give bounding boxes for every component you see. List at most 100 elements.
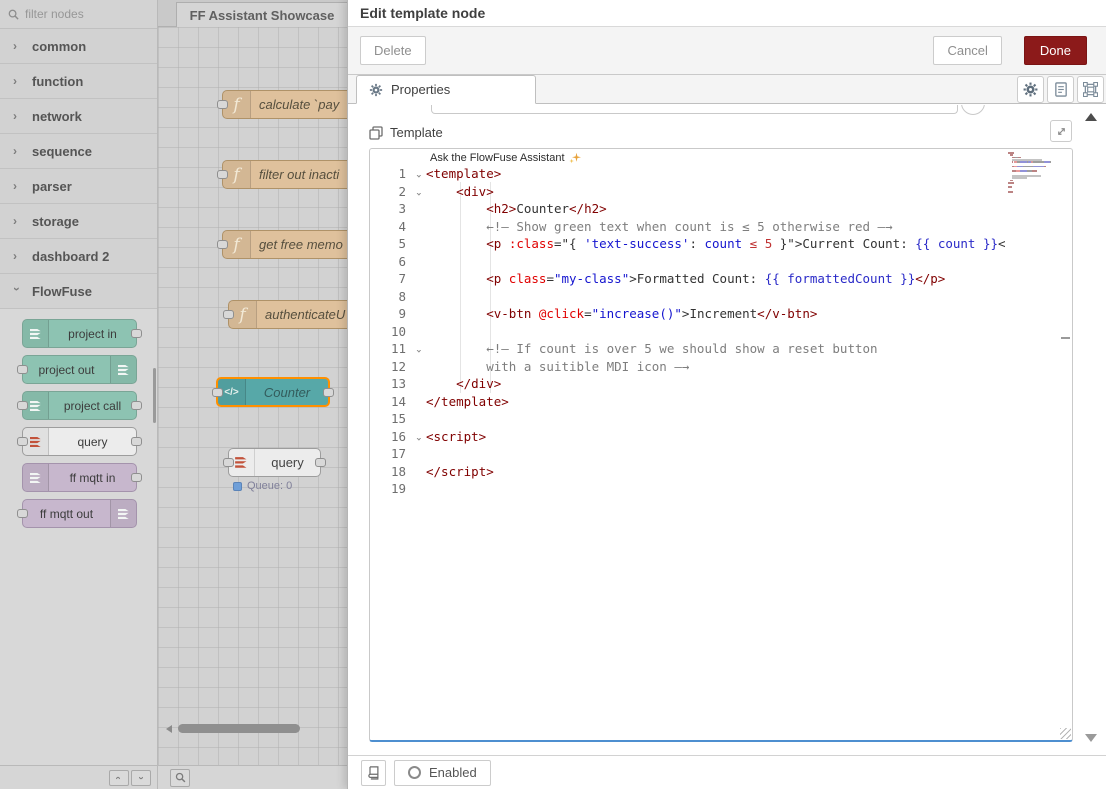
node-description-button[interactable] (1047, 76, 1074, 103)
assistant-hint-text: Ask the FlowFuse Assistant (430, 152, 565, 164)
assistant-hint[interactable]: Ask the FlowFuse Assistant (430, 151, 581, 165)
input-port[interactable] (17, 365, 28, 374)
code-line-12[interactable]: 12 with a suitible MDI icon —→ (370, 358, 1072, 376)
flow-node-calculate-pay[interactable]: fcalculate `pay (222, 90, 347, 119)
node-help-button[interactable] (361, 760, 386, 786)
scroll-down-icon[interactable] (1085, 734, 1097, 742)
palette-category-dashboard-2[interactable]: ›dashboard 2 (0, 239, 157, 274)
input-port[interactable] (217, 240, 228, 249)
node-red-app: ›common›function›network›sequence›parser… (0, 0, 1106, 789)
cancel-button[interactable]: Cancel (933, 36, 1001, 65)
code-line-16[interactable]: 16›<script> (370, 428, 1072, 446)
fold-gutter (410, 305, 426, 323)
flow-workspace[interactable]: fcalculate `pay ffilter out inacti fget fr… (158, 27, 347, 765)
output-port[interactable] (131, 473, 142, 482)
code-line-8[interactable]: 8 (370, 288, 1072, 306)
code-line-2[interactable]: 2› <div> (370, 183, 1072, 201)
palette-category-network[interactable]: › network (0, 99, 157, 134)
input-port[interactable] (212, 388, 223, 397)
output-port[interactable] (131, 329, 142, 338)
fold-chevron-icon[interactable]: › (410, 165, 426, 183)
tray-footer: Enabled (348, 755, 1106, 789)
palette-category-parser[interactable]: ›parser (0, 169, 157, 204)
code-line-5[interactable]: 5 <p :class="{ 'text-success': count ≤ 5… (370, 235, 1072, 253)
fold-chevron-icon[interactable]: › (410, 183, 426, 201)
palette-category-FlowFuse[interactable]: ›FlowFuse (0, 274, 157, 309)
canvas-scrollbar-thumb[interactable] (178, 724, 300, 733)
palette-collapse-all-button[interactable]: › (109, 770, 129, 786)
palette-node-list: project in project out project call query ff… (0, 309, 157, 539)
code-line-10[interactable]: 10 (370, 323, 1072, 341)
line-number: 17 (370, 445, 410, 463)
code-line-18[interactable]: 18</script> (370, 463, 1072, 481)
output-port[interactable] (315, 458, 326, 467)
node-enabled-toggle[interactable]: Enabled (394, 760, 491, 786)
code-line-7[interactable]: 7 <p class="my-class">Formatted Count: {… (370, 270, 1072, 288)
radio-circle-icon (408, 766, 421, 779)
code-line-17[interactable]: 17 (370, 445, 1072, 463)
fold-chevron-icon[interactable]: › (410, 428, 426, 446)
palette-node-ff-mqtt-in[interactable]: ff mqtt in (22, 463, 137, 492)
flow-node-filter-out-inacti[interactable]: ffilter out inacti (222, 160, 347, 189)
chevron-right-icon: › (13, 110, 21, 122)
palette-category-label: network (32, 109, 82, 124)
flow-node-get-free-memo[interactable]: fget free memo (222, 230, 347, 259)
editor-expand-button[interactable] (1050, 120, 1072, 142)
code-line-4[interactable]: 4 ←!— Show green text when count is ≤ 5 … (370, 218, 1072, 236)
palette-category-label: parser (32, 179, 72, 194)
line-number: 7 (370, 270, 410, 288)
palette-category-sequence[interactable]: ›sequence (0, 134, 157, 169)
canvas-zoom-button[interactable] (170, 769, 190, 787)
code-line-1[interactable]: 1›<template> (370, 165, 1072, 183)
editor-minimap[interactable] (1008, 152, 1060, 196)
output-port[interactable] (131, 437, 142, 446)
flowfuse-logo-icon (116, 508, 132, 520)
output-port[interactable] (323, 388, 334, 397)
template-code-editor[interactable]: Ask the FlowFuse Assistant 1›<template>2… (369, 148, 1073, 742)
palette-category-function[interactable]: ›function (0, 64, 157, 99)
code-line-11[interactable]: 11› ←!— If count is over 5 we should sho… (370, 340, 1072, 358)
workspace-tab[interactable]: FF Assistant Showcase (176, 2, 347, 27)
output-port[interactable] (131, 401, 142, 410)
code-line-9[interactable]: 9 <v-btn @click="increase()">Increment</… (370, 305, 1072, 323)
node-settings-button[interactable] (1017, 76, 1044, 103)
code-line-19[interactable]: 19 (370, 480, 1072, 498)
code-line-13[interactable]: 13 </div> (370, 375, 1072, 393)
scroll-up-icon[interactable] (1085, 113, 1097, 121)
flow-node-authenticateU[interactable]: fauthenticateU (228, 300, 347, 329)
flow-node-Counter[interactable]: </>Counter (216, 377, 330, 407)
palette-expand-all-button[interactable]: › (131, 770, 151, 786)
tray-toolbar: Delete Cancel Done (348, 27, 1106, 75)
code-line-6[interactable]: 6 (370, 253, 1072, 271)
palette-node-project-in[interactable]: project in (22, 319, 137, 348)
input-port[interactable] (17, 509, 28, 518)
tab-properties[interactable]: Properties (356, 75, 536, 104)
code-line-3[interactable]: 3 <h2>Counter</h2> (370, 200, 1072, 218)
palette-filter-input[interactable] (25, 7, 137, 21)
palette-category-storage[interactable]: ›storage (0, 204, 157, 239)
fold-chevron-icon[interactable]: › (410, 340, 426, 358)
input-port[interactable] (17, 401, 28, 410)
palette-category-common[interactable]: ›common (0, 29, 157, 64)
editor-resize-grip[interactable] (1060, 728, 1071, 739)
input-port[interactable] (223, 310, 234, 319)
input-port[interactable] (217, 100, 228, 109)
scroll-left-icon[interactable] (166, 725, 172, 733)
scrolled-field-fragment[interactable] (431, 105, 958, 114)
input-port[interactable] (223, 458, 234, 467)
input-port[interactable] (217, 170, 228, 179)
node-appearance-button[interactable] (1077, 76, 1104, 103)
code-line-15[interactable]: 15 (370, 410, 1072, 428)
done-button[interactable]: Done (1024, 36, 1087, 65)
code-line-14[interactable]: 14</template> (370, 393, 1072, 411)
palette-node-query[interactable]: query (22, 427, 137, 456)
flowfuse-logo-icon (28, 400, 44, 412)
flow-canvas: FF Assistant Showcase fcalculate `pay ffi… (158, 0, 347, 789)
delete-button[interactable]: Delete (360, 36, 426, 65)
palette-scrollbar-thumb[interactable] (153, 368, 156, 423)
flow-node-query[interactable]: query (228, 448, 321, 477)
palette-node-project-call[interactable]: project call (22, 391, 137, 420)
palette-node-ff-mqtt-out[interactable]: ff mqtt out (22, 499, 137, 528)
input-port[interactable] (17, 437, 28, 446)
palette-node-project-out[interactable]: project out (22, 355, 137, 384)
